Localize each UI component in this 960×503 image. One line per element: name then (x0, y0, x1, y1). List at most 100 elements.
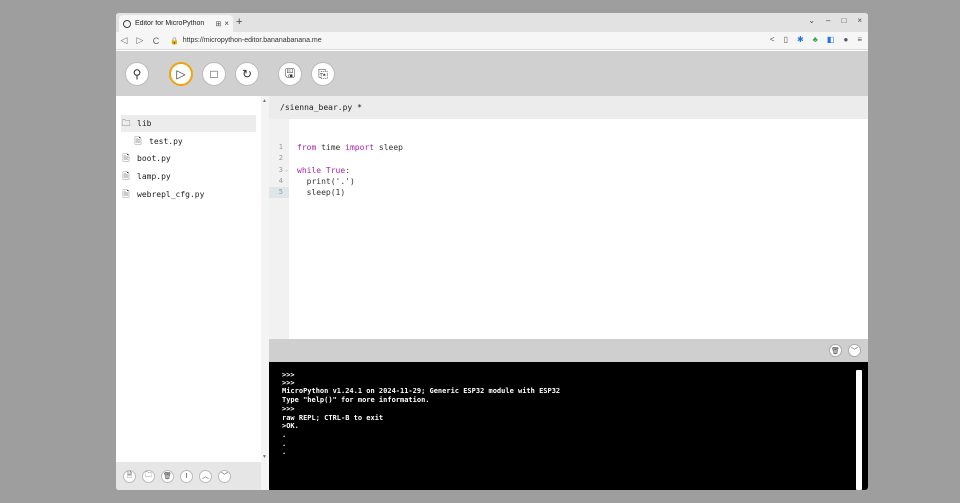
terminal-line: >OK. (282, 422, 299, 430)
browser-actions: < ▯ ✱ ♣ ◧ ● ≡ (770, 35, 862, 44)
file-name: lamp.py (137, 172, 171, 181)
share-icon[interactable]: < (770, 35, 775, 44)
minimize-icon[interactable]: – (826, 16, 830, 25)
terminal-line: >>> (282, 371, 295, 379)
save-icon: 🖫 (284, 65, 296, 80)
terminal-header: 🗑 ﹀ (269, 339, 868, 362)
url-field[interactable]: https://micropython-editor.bananabanana.… (183, 37, 322, 44)
browser-tab[interactable]: Editor for MicroPython ⊞ × (119, 15, 233, 32)
file-item-webrepl-cfg[interactable]: 🗎 webrepl_cfg.py (121, 186, 256, 203)
folder-item-lib[interactable]: 🗀 lib (121, 115, 256, 132)
reload-button[interactable]: C (148, 36, 164, 46)
maximize-icon[interactable]: □ (841, 16, 846, 25)
file-path: /sienna_bear.py * (280, 103, 362, 112)
back-button[interactable]: ◁ (116, 35, 132, 46)
run-button[interactable]: ▷ (169, 62, 193, 86)
fold-icon[interactable]: ⌄ (285, 165, 288, 176)
terminal-scrollbar[interactable] (856, 370, 862, 490)
terminal-line: raw REPL; CTRL-B to exit (282, 414, 384, 422)
close-window-icon[interactable]: × (857, 16, 862, 25)
app-toolbar: ⚲ ▷ □ ↻ 🖫 ⎘ (116, 51, 868, 96)
window-controls: ⌄ – □ × (808, 16, 862, 25)
code-token: sleep (374, 143, 403, 152)
play-icon: ▷ (176, 67, 186, 81)
save-button[interactable]: 🖫 (278, 62, 302, 86)
keyword: True (321, 166, 346, 175)
extension-icon[interactable]: ♣ (813, 35, 818, 44)
move-up-button[interactable]: ︿ (199, 469, 212, 483)
new-folder-button[interactable]: 🗀 (142, 469, 155, 483)
browser-window: Editor for MicroPython ⊞ × + ⌄ – □ × ◁ ▷… (116, 13, 868, 490)
trash-icon: 🗑 (163, 473, 172, 480)
chevron-down-icon: ﹀ (221, 473, 228, 480)
new-tab-button[interactable]: + (236, 16, 242, 28)
code-line-5[interactable]: sleep(1) (297, 187, 346, 198)
lock-icon[interactable]: 🔒 (170, 37, 179, 45)
line-number: 4 (278, 177, 283, 185)
bookmark-icon[interactable]: ▯ (784, 35, 788, 44)
terminal-line: Type "help()" for more information. (282, 396, 430, 404)
file-item-boot[interactable]: 🗎 boot.py (121, 150, 256, 167)
keyword: from (297, 143, 317, 152)
code-editor[interactable]: from time import sleep while True: print… (289, 119, 868, 339)
scroll-up-icon[interactable]: ▲ (262, 98, 267, 104)
trash-icon: 🗑 (831, 347, 840, 355)
line-gutter: 1 2 3 ⌄ 4 5 (269, 119, 289, 339)
scroll-down-icon[interactable]: ▼ (262, 454, 267, 460)
tab-group-icon[interactable]: ⊞ (215, 20, 221, 28)
code-line-4[interactable]: print('.') (297, 176, 355, 187)
file-item-test[interactable]: 🗎 test.py (121, 133, 256, 150)
rename-icon: I (185, 472, 188, 480)
new-file-button[interactable]: 🗎 (123, 469, 136, 483)
collapse-terminal-button[interactable]: ﹀ (848, 344, 861, 357)
code-line-3[interactable]: while True: (297, 165, 350, 176)
editor-file-header: /sienna_bear.py * (269, 96, 868, 119)
line-number-foldable[interactable]: 3 ⌄ (269, 165, 289, 176)
folder-icon: 🗀 (121, 118, 131, 129)
code-line-1[interactable]: from time import sleep (297, 142, 403, 153)
rename-button[interactable]: I (180, 469, 193, 483)
tab-close-icon[interactable]: × (224, 19, 229, 28)
file-icon: 🗎 (122, 189, 130, 200)
file-icon: 🗎 (134, 136, 142, 147)
file-item-lamp[interactable]: 🗎 lamp.py (121, 168, 256, 185)
terminal-line: . (282, 440, 287, 448)
file-icon: 🗎 (122, 153, 130, 164)
reset-button[interactable]: ↻ (235, 62, 259, 86)
file-name: test.py (149, 137, 183, 146)
chevron-up-icon: ︿ (202, 473, 209, 480)
code-token: time (316, 143, 346, 152)
address-bar: ◁ ▷ C 🔒 https://micropython-editor.banan… (116, 32, 868, 50)
delete-file-button[interactable]: 🗑 (161, 469, 174, 483)
line-number: 2 (278, 154, 283, 162)
stop-icon: □ (210, 67, 218, 81)
line-number: 3 (278, 166, 283, 174)
connect-button[interactable]: ⚲ (125, 62, 149, 86)
file-name: lib (137, 119, 152, 128)
plug-icon: ⚲ (132, 67, 142, 81)
copy-button[interactable]: ⎘ (311, 62, 335, 86)
profile-icon[interactable]: ● (843, 35, 848, 44)
move-down-button[interactable]: ﹀ (218, 469, 231, 483)
forward-button[interactable]: ▷ (132, 35, 148, 46)
tab-search-icon[interactable]: ⌄ (808, 16, 815, 25)
clear-terminal-button[interactable]: 🗑 (829, 344, 842, 357)
terminal-line: . (282, 431, 287, 439)
code-token: : (345, 166, 351, 175)
line-number: 1 (278, 143, 283, 151)
repl-terminal[interactable]: >>> >>> MicroPython v1.24.1 on 2024-11-2… (269, 362, 868, 490)
new-folder-icon: 🗀 (145, 471, 152, 479)
sidebar-toggle-icon[interactable]: ◧ (827, 35, 835, 44)
line-number-active: 5 (269, 187, 289, 198)
new-file-icon: 🗎 (126, 471, 133, 479)
terminal-line: MicroPython v1.24.1 on 2024-11-29; Gener… (282, 387, 561, 395)
sidebar-scrollbar[interactable]: ▲ ▼ (261, 96, 269, 490)
tab-title: Editor for MicroPython (135, 20, 205, 27)
file-tree: 🗀 lib 🗎 test.py 🗎 boot.py 🗎 lamp.py 🗎 we… (116, 96, 269, 490)
copy-icon: ⎘ (318, 66, 328, 81)
menu-icon[interactable]: ≡ (857, 35, 862, 44)
stop-button[interactable]: □ (202, 62, 226, 86)
extension-puzzle-icon[interactable]: ✱ (797, 35, 804, 44)
keyword: import (345, 143, 375, 152)
terminal-line: >>> (282, 405, 295, 413)
